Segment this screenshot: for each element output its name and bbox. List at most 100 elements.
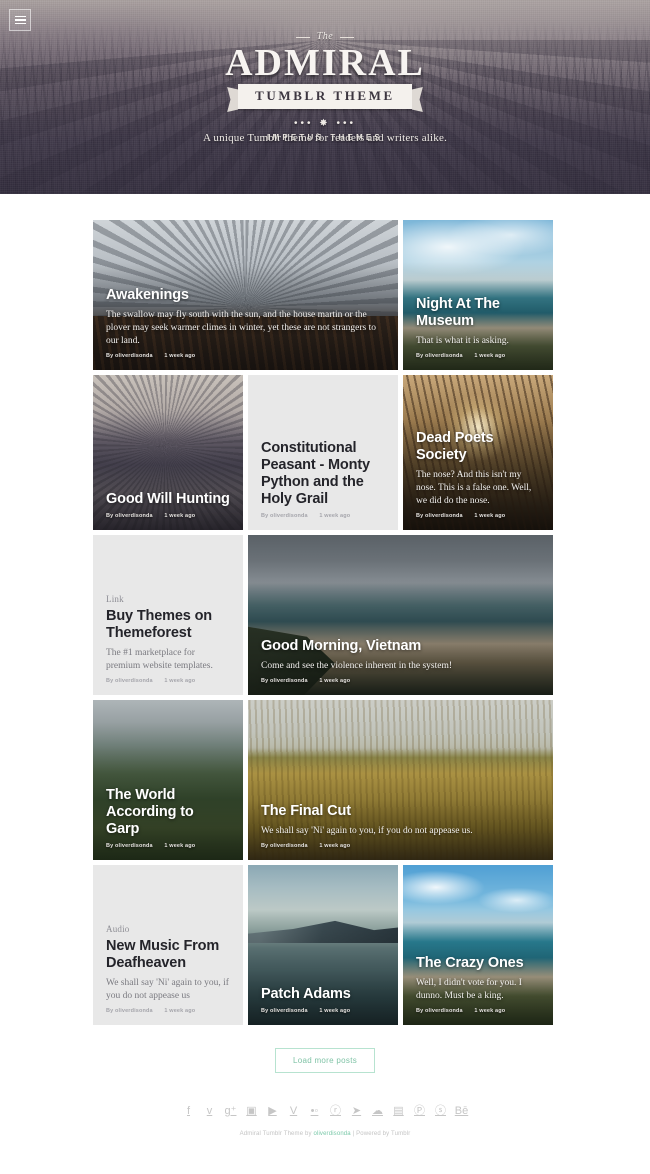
post-title[interactable]: Constitutional Peasant - Monty Python an… (261, 440, 385, 508)
post-excerpt: Well, I didn't vote for you. I dunno. Mu… (416, 978, 522, 1001)
post-author[interactable]: By oliverdisonda (261, 843, 308, 849)
meta-separator (463, 353, 475, 359)
copyright-prefix: Admiral Tumblr Theme by (239, 1131, 314, 1137)
post-card[interactable]: Awakenings The swallow may fly south with… (93, 220, 398, 370)
post-author[interactable]: By oliverdisonda (106, 1008, 153, 1014)
post-title[interactable]: Good Will Hunting (106, 491, 230, 508)
post-card[interactable]: The Crazy Ones Well, I didn't vote for yo… (403, 865, 553, 1025)
post-timestamp: 1 week ago (474, 353, 506, 359)
post-card[interactable]: Good Morning, Vietnam Come and see the vi… (248, 535, 553, 695)
post-meta: By oliverdisonda 1 week ago (416, 513, 540, 519)
post-author[interactable]: By oliverdisonda (106, 678, 153, 684)
post-title[interactable]: Dead Poets Society (416, 430, 540, 464)
post-author[interactable]: By oliverdisonda (106, 353, 153, 359)
facebook-icon[interactable]: f (182, 1105, 195, 1118)
post-excerpt: We shall say 'Ni' again to you, if you d… (106, 978, 229, 1001)
post-author[interactable]: By oliverdisonda (106, 843, 153, 849)
post-title[interactable]: The World According to Garp (106, 787, 230, 838)
post-excerpt: We shall say 'Ni' again to you, if you d… (261, 826, 473, 836)
post-card[interactable]: The Final Cut We shall say 'Ni' again to … (248, 700, 553, 860)
post-author[interactable]: By oliverdisonda (416, 1008, 463, 1014)
post-card[interactable]: Dead Poets Society The nose? And this isn… (403, 375, 553, 530)
post-timestamp: 1 week ago (474, 1008, 506, 1014)
post-meta: By oliverdisonda 1 week ago (261, 678, 540, 684)
post-card[interactable]: Night At The Museum That is what it is as… (403, 220, 553, 370)
post-excerpt: The #1 marketplace for premium website t… (106, 648, 213, 671)
post-author[interactable]: By oliverdisonda (416, 513, 463, 519)
post-timestamp: 1 week ago (164, 353, 196, 359)
site-tagline: A unique Tumblr theme for readers and wr… (202, 132, 448, 144)
site-logo[interactable]: The ADMIRAL TUMBLR THEME ••• ✸ ••• IMPET… (0, 26, 650, 142)
meta-separator (153, 843, 165, 849)
linkedin-icon[interactable]: ▤ (392, 1105, 405, 1118)
load-more-posts-button[interactable]: Load more posts (274, 1048, 376, 1073)
post-timestamp: 1 week ago (319, 843, 351, 849)
meta-separator (153, 513, 165, 519)
soundcloud-icon[interactable]: ➤ (350, 1105, 363, 1118)
meta-separator (308, 1008, 320, 1014)
post-timestamp: 1 week ago (164, 513, 196, 519)
post-grid: Awakenings The swallow may fly south with… (93, 220, 557, 1025)
cloud-icon[interactable]: ☁ (371, 1105, 384, 1118)
pinterest-icon[interactable]: Ⓟ (413, 1105, 426, 1118)
meta-separator (153, 353, 165, 359)
post-excerpt: Come and see the violence inherent in th… (261, 661, 452, 671)
behance-icon[interactable]: Bē (455, 1105, 468, 1118)
logo-the-text: The (295, 31, 354, 42)
post-excerpt: That is what it is asking. (416, 336, 509, 346)
load-more-container: Load more posts (0, 1048, 650, 1073)
post-card[interactable]: Patch Adams By oliverdisonda 1 week ago (248, 865, 398, 1025)
post-author[interactable]: By oliverdisonda (416, 353, 463, 359)
post-card[interactable]: Good Will Hunting By oliverdisonda 1 week… (93, 375, 243, 530)
vimeo-icon[interactable]: V (287, 1105, 300, 1118)
post-meta: By oliverdisonda 1 week ago (416, 1008, 540, 1014)
instagram-icon[interactable]: ▣ (245, 1105, 258, 1118)
post-meta: By oliverdisonda 1 week ago (261, 1008, 385, 1014)
meta-separator (153, 1008, 165, 1014)
post-kicker: Link (106, 594, 124, 604)
post-meta: By oliverdisonda 1 week ago (416, 353, 540, 359)
post-timestamp: 1 week ago (474, 513, 506, 519)
hamburger-menu-button[interactable] (9, 9, 31, 31)
google-plus-icon[interactable]: g⁺ (224, 1105, 237, 1118)
post-excerpt: The swallow may fly south with the sun, … (106, 310, 377, 346)
post-timestamp: 1 week ago (319, 678, 351, 684)
post-title[interactable]: The Final Cut (261, 803, 540, 820)
post-timestamp: 1 week ago (164, 1008, 196, 1014)
post-card[interactable]: Constitutional Peasant - Monty Python an… (248, 375, 398, 530)
post-meta: By oliverdisonda 1 week ago (261, 513, 385, 519)
post-author[interactable]: By oliverdisonda (261, 678, 308, 684)
behance-circle-icon[interactable]: ⓡ (329, 1105, 342, 1118)
post-meta: By oliverdisonda 1 week ago (106, 1008, 230, 1014)
twitter-icon[interactable]: ᴠ (203, 1105, 216, 1118)
flickr-icon[interactable]: •◦ (308, 1105, 321, 1118)
author-link[interactable]: oliverdisonda (313, 1131, 350, 1137)
post-card[interactable]: Audio New Music From Deafheaven We shall s… (93, 865, 243, 1025)
meta-separator (463, 513, 475, 519)
post-timestamp: 1 week ago (164, 843, 196, 849)
post-title[interactable]: Patch Adams (261, 986, 385, 1003)
post-meta: By oliverdisonda 1 week ago (106, 353, 385, 359)
post-title[interactable]: Awakenings (106, 287, 385, 304)
post-title[interactable]: The Crazy Ones (416, 955, 540, 972)
post-title[interactable]: New Music From Deafheaven (106, 938, 230, 972)
youtube-icon[interactable]: ▶ (266, 1105, 279, 1118)
meta-separator (308, 843, 320, 849)
post-meta: By oliverdisonda 1 week ago (106, 843, 230, 849)
meta-separator (308, 513, 320, 519)
post-card[interactable]: The World According to Garp By oliverdiso… (93, 700, 243, 860)
meta-separator (308, 678, 320, 684)
copyright-text: Admiral Tumblr Theme by oliverdisonda | … (0, 1131, 650, 1153)
post-title[interactable]: Night At The Museum (416, 296, 540, 330)
post-card[interactable]: Link Buy Themes on Themeforest The #1 mark… (93, 535, 243, 695)
spotify-icon[interactable]: ⓢ (434, 1105, 447, 1118)
site-header: The ADMIRAL TUMBLR THEME ••• ✸ ••• IMPET… (0, 0, 650, 194)
post-author[interactable]: By oliverdisonda (106, 513, 153, 519)
logo-ribbon-text: TUMBLR THEME (238, 84, 412, 109)
post-author[interactable]: By oliverdisonda (261, 1008, 308, 1014)
post-title[interactable]: Buy Themes on Themeforest (106, 608, 230, 642)
social-links: f ᴠ g⁺ ▣ ▶ V •◦ ⓡ ➤ ☁ ▤ Ⓟⓢ Bē (0, 1105, 650, 1118)
post-title[interactable]: Good Morning, Vietnam (261, 638, 540, 655)
post-meta: By oliverdisonda 1 week ago (261, 843, 540, 849)
post-author[interactable]: By oliverdisonda (261, 513, 308, 519)
